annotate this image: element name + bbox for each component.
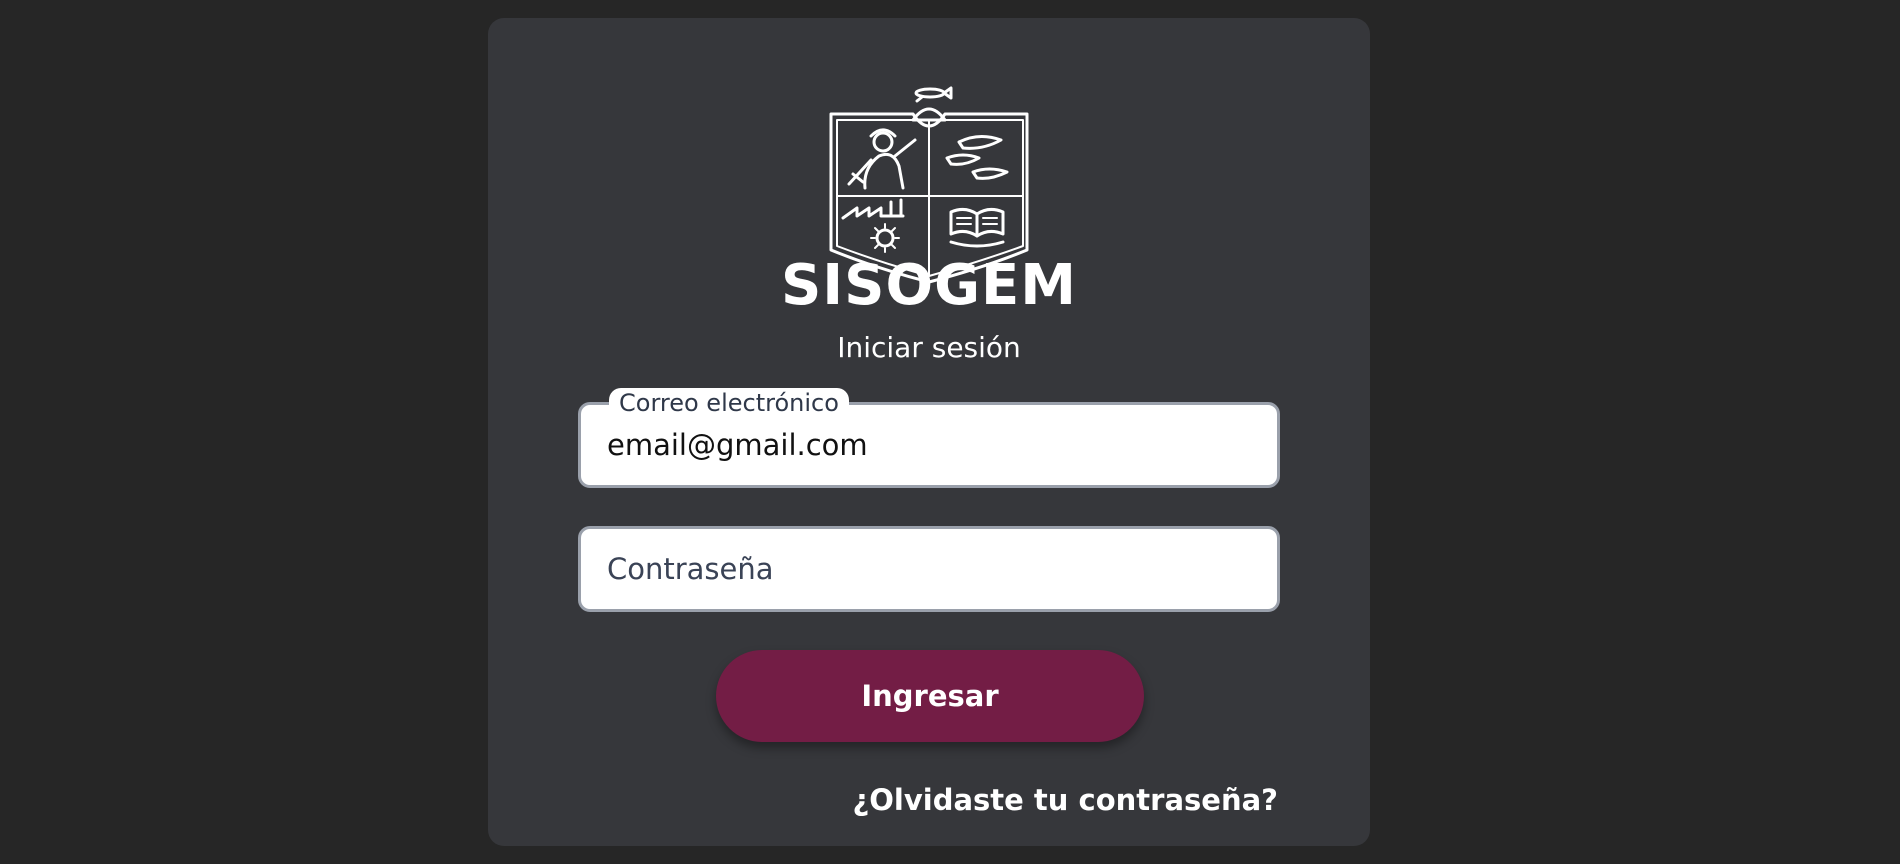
email-input[interactable] bbox=[607, 405, 1247, 485]
password-field[interactable] bbox=[578, 526, 1280, 612]
app-title: SISOGEM bbox=[780, 253, 1078, 318]
password-input[interactable] bbox=[607, 529, 1247, 609]
page-subtitle: Iniciar sesión bbox=[837, 331, 1021, 364]
login-card: SISOGEM Iniciar sesión Correo electrónic… bbox=[488, 18, 1370, 846]
login-button[interactable]: Ingresar bbox=[716, 650, 1144, 742]
forgot-password-link[interactable]: ¿Olvidaste tu contraseña? bbox=[852, 786, 1278, 815]
email-field[interactable]: Correo electrónico bbox=[578, 388, 1280, 488]
